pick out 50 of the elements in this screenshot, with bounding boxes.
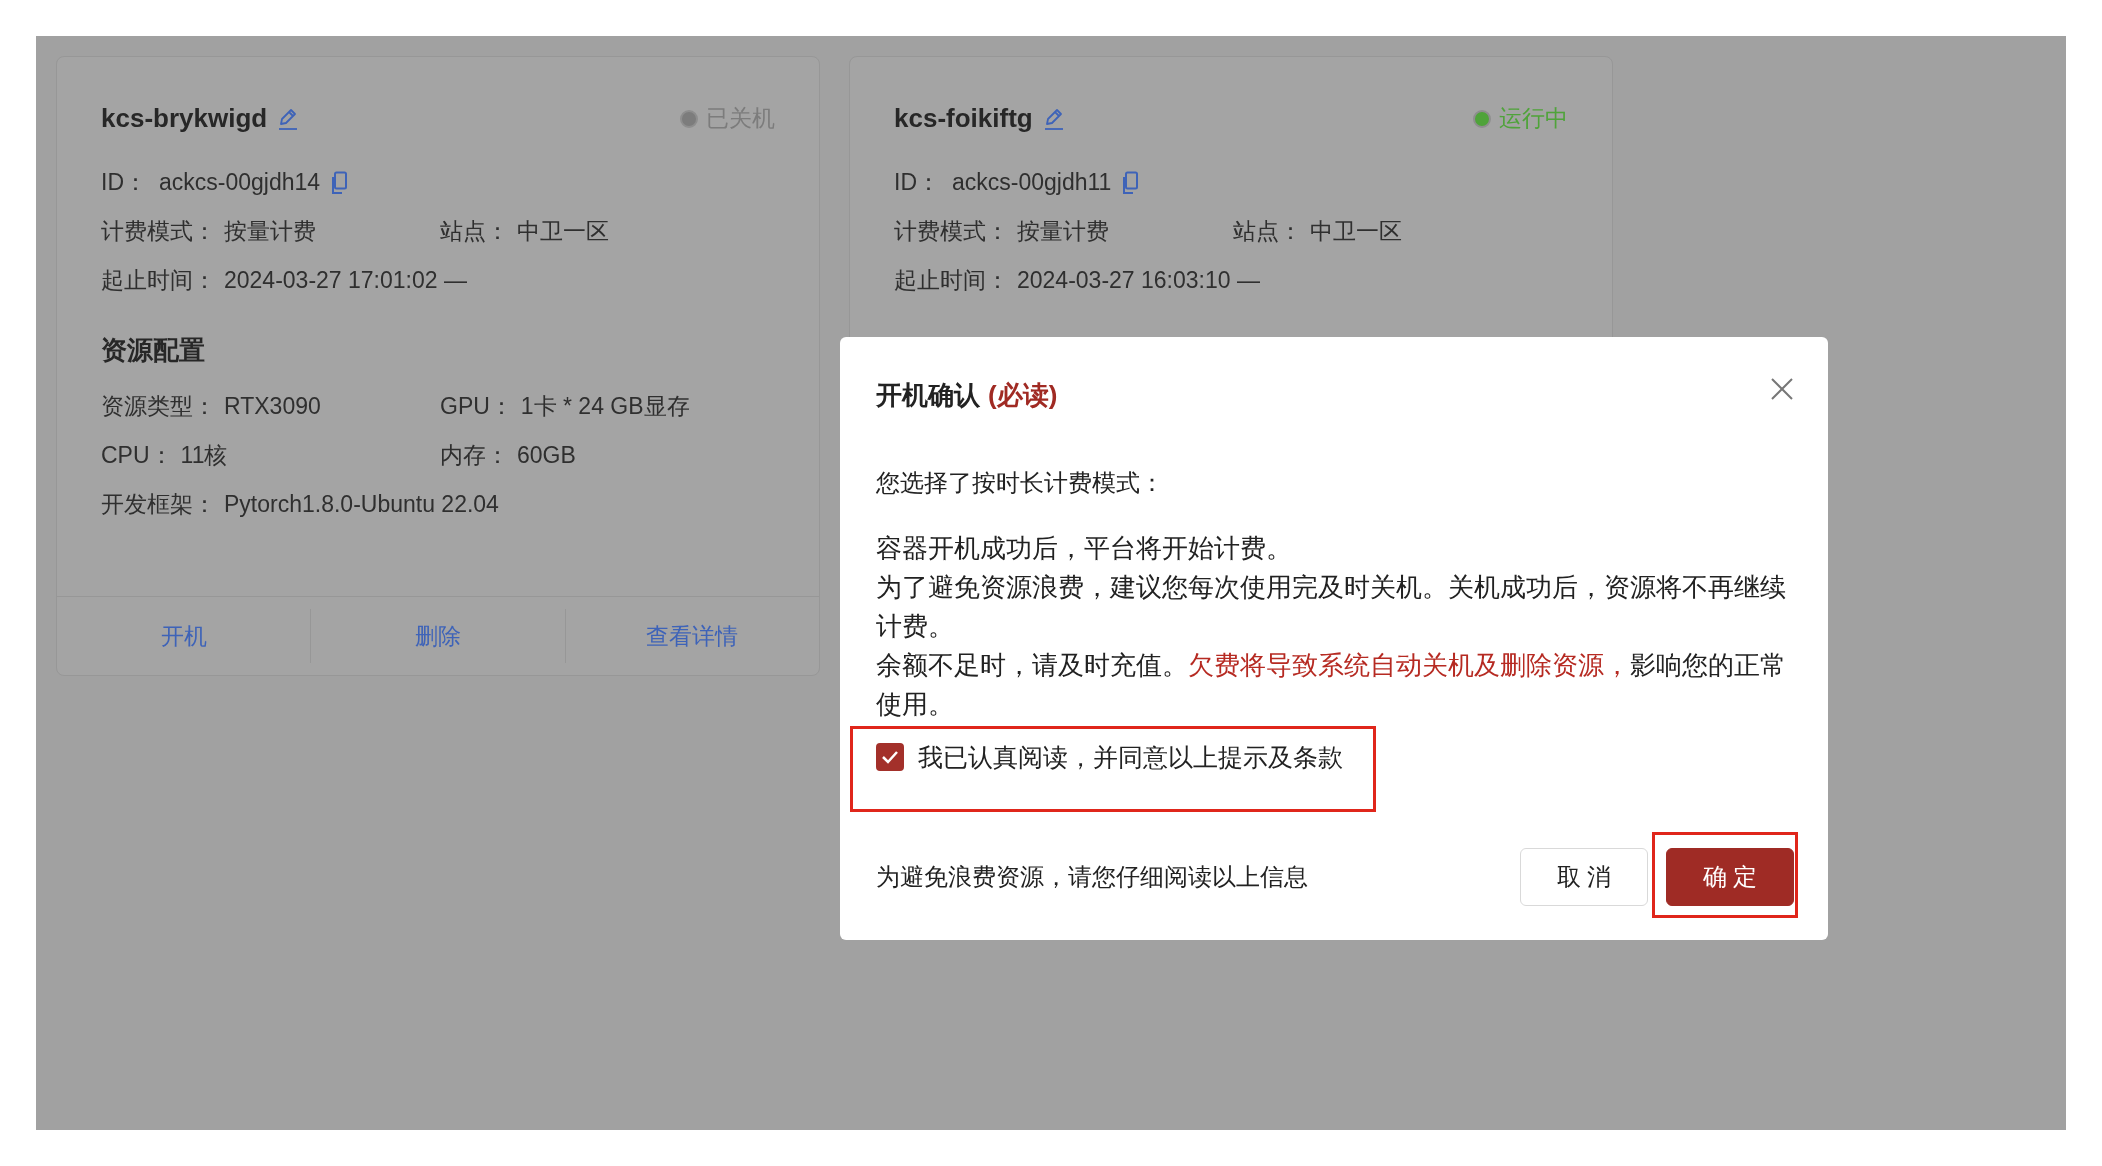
- field-label: 开发框架：: [101, 490, 216, 519]
- confirm-button[interactable]: 确 定: [1666, 848, 1794, 906]
- field-value: 11核: [180, 441, 228, 470]
- agree-label: 我已认真阅读，并同意以上提示及条款: [918, 741, 1343, 773]
- field-label: GPU：: [440, 392, 513, 421]
- edit-icon[interactable]: [277, 106, 300, 131]
- field-value: 2024-03-27 16:03:10 —: [1017, 267, 1260, 294]
- instance-name: kcs-brykwigd: [101, 103, 268, 134]
- cancel-button[interactable]: 取 消: [1520, 848, 1648, 906]
- field-label: 资源类型：: [101, 392, 216, 421]
- footer-note: 为避免浪费资源，请您仔细阅读以上信息: [876, 862, 1308, 892]
- field-label: 起止时间：: [894, 266, 1009, 295]
- field-label: 站点：: [1233, 217, 1302, 246]
- field-label: 内存：: [440, 441, 509, 470]
- section-title: 资源配置: [101, 334, 206, 367]
- notice-paragraph: 为了避免资源浪费，建议您每次使用完及时关机。关机成功后，资源将不再继续计费。: [876, 572, 1787, 642]
- edit-icon[interactable]: [1042, 106, 1065, 131]
- instance-name: kcs-foikiftg: [894, 103, 1033, 134]
- field-value: 60GB: [517, 442, 576, 469]
- instance-id: ackcs-00gjdh11: [952, 169, 1112, 196]
- field-value: 2024-03-27 17:01:02 —: [224, 267, 467, 294]
- copy-icon[interactable]: [1121, 170, 1140, 195]
- field-value: RTX3090: [224, 393, 321, 420]
- status-label: 运行中: [1499, 104, 1568, 133]
- field-label: 站点：: [440, 217, 509, 246]
- agree-checkbox[interactable]: [876, 743, 904, 771]
- field-value: 1卡 * 24 GB显存: [520, 392, 690, 421]
- field-value: Pytorch1.8.0-Ubuntu 22.04: [224, 491, 499, 518]
- field-value: 中卫一区: [1310, 217, 1402, 246]
- notice-paragraph: 容器开机成功后，平台将开始计费。: [876, 533, 1293, 564]
- field-label: 计费模式：: [101, 217, 216, 246]
- dialog-intro: 您选择了按时长计费模式：: [876, 468, 1165, 498]
- field-value: 按量计费: [1017, 217, 1109, 246]
- field-value: 按量计费: [224, 217, 316, 246]
- field-label: 起止时间：: [101, 266, 216, 295]
- field-label: ID：: [101, 168, 147, 197]
- field-value: 中卫一区: [517, 217, 609, 246]
- card-action-link[interactable]: 删除: [311, 597, 565, 675]
- card-action-link[interactable]: 查看详情: [565, 597, 819, 675]
- check-icon: [881, 750, 899, 764]
- field-label: 计费模式：: [894, 217, 1009, 246]
- card-action-link[interactable]: 开机: [57, 597, 311, 675]
- required-tag: (必读): [988, 377, 1058, 413]
- dialog-title: 开机确认: [876, 378, 980, 412]
- instance-id: ackcs-00gjdh14: [159, 169, 321, 196]
- close-icon[interactable]: [1770, 377, 1794, 401]
- field-label: ID：: [894, 168, 940, 197]
- notice-paragraph: 余额不足时，请及时充值。欠费将导致系统自动关机及删除资源，影响您的正常使用。: [876, 650, 1787, 720]
- field-label: CPU：: [101, 441, 173, 470]
- copy-icon[interactable]: [330, 170, 349, 195]
